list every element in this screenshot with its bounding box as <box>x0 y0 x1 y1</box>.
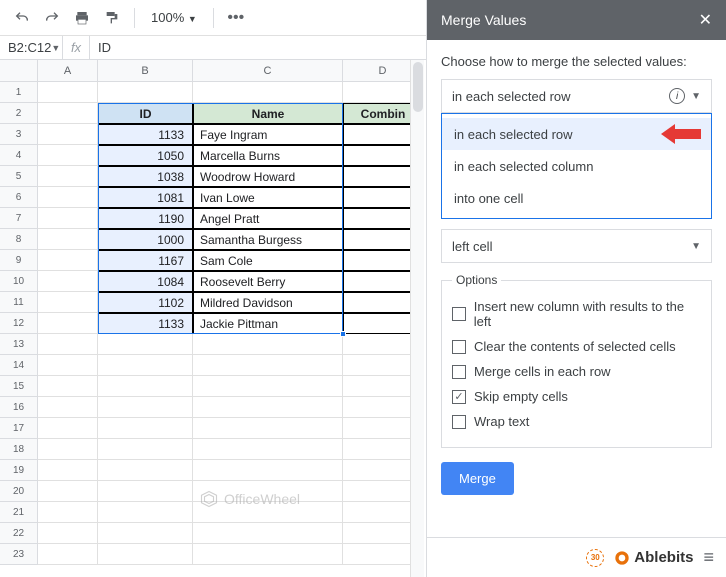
row-header[interactable]: 6 <box>0 187 38 208</box>
table-cell[interactable]: Woodrow Howard <box>193 166 343 187</box>
row-header[interactable]: 8 <box>0 229 38 250</box>
redo-icon[interactable] <box>40 6 64 30</box>
row-header[interactable]: 13 <box>0 334 38 355</box>
table-cell[interactable]: 1102 <box>98 292 193 313</box>
table-cell[interactable]: Mildred Davidson <box>193 292 343 313</box>
table-cell[interactable]: Sam Cole <box>193 250 343 271</box>
close-icon[interactable]: ✕ <box>699 10 712 30</box>
table-cell[interactable]: Jackie Pittman <box>193 313 343 334</box>
options-legend: Options <box>452 273 501 287</box>
dropdown-option-cell[interactable]: into one cell <box>442 182 711 214</box>
ablebits-logo[interactable]: Ablebits <box>614 549 693 566</box>
table-cell[interactable]: Marcella Burns <box>193 145 343 166</box>
row-header[interactable]: 14 <box>0 355 38 376</box>
row-header[interactable]: 18 <box>0 439 38 460</box>
trial-badge[interactable]: 30 <box>586 549 604 567</box>
row-header[interactable]: 9 <box>0 250 38 271</box>
merge-prompt-label: Choose how to merge the selected values: <box>441 54 712 69</box>
info-icon[interactable]: i <box>669 88 685 104</box>
column-headers: A B C D <box>0 60 424 82</box>
dropdown-option-column[interactable]: in each selected column <box>442 150 711 182</box>
row-header[interactable]: 10 <box>0 271 38 292</box>
paint-format-icon[interactable] <box>100 6 124 30</box>
pointer-arrow-icon <box>661 124 701 144</box>
checkbox-skip-empty[interactable]: ✓Skip empty cells <box>452 389 701 404</box>
col-header-B[interactable]: B <box>98 60 193 81</box>
chevron-down-icon: ▼ <box>691 241 701 252</box>
table-cell[interactable]: 1050 <box>98 145 193 166</box>
scroll-thumb[interactable] <box>413 62 423 112</box>
panel-footer: 30 Ablebits ≡ <box>427 537 726 577</box>
checkbox-icon <box>452 415 466 429</box>
merge-values-panel: Merge Values ✕ Choose how to merge the s… <box>426 0 726 577</box>
col-header-A[interactable]: A <box>38 60 98 81</box>
row-header[interactable]: 1 <box>0 82 38 103</box>
table-cell[interactable]: Faye Ingram <box>193 124 343 145</box>
table-cell[interactable]: 1133 <box>98 313 193 334</box>
table-cell[interactable]: 1133 <box>98 124 193 145</box>
row-header[interactable]: 3 <box>0 124 38 145</box>
col-header-C[interactable]: C <box>193 60 343 81</box>
row-header[interactable]: 15 <box>0 376 38 397</box>
panel-header: Merge Values ✕ <box>427 0 726 40</box>
undo-icon[interactable] <box>10 6 34 30</box>
checkbox-clear-contents[interactable]: Clear the contents of selected cells <box>452 339 701 354</box>
watermark: OfficeWheel <box>200 490 300 508</box>
row-header[interactable]: 22 <box>0 523 38 544</box>
table-cell[interactable]: Samantha Burgess <box>193 229 343 250</box>
select-all-corner[interactable] <box>0 60 38 81</box>
cell-reference-box[interactable]: B2:C12▼ <box>0 40 62 55</box>
separator <box>134 8 135 28</box>
table-cell[interactable]: 1190 <box>98 208 193 229</box>
placement-select[interactable]: left cell ▼ <box>441 229 712 263</box>
checkbox-icon <box>452 340 466 354</box>
row-header[interactable]: 19 <box>0 460 38 481</box>
row-header[interactable]: 2 <box>0 103 38 124</box>
merge-direction-select[interactable]: in each selected row i ▼ <box>441 79 712 113</box>
table-header-name[interactable]: Name <box>193 103 343 124</box>
row-header[interactable]: 12 <box>0 313 38 334</box>
row-header[interactable]: 21 <box>0 502 38 523</box>
more-icon[interactable]: ••• <box>224 6 248 30</box>
table-cell[interactable]: 1081 <box>98 187 193 208</box>
table-cell[interactable]: 1167 <box>98 250 193 271</box>
table-cell[interactable]: Ivan Lowe <box>193 187 343 208</box>
checkbox-wrap-text[interactable]: Wrap text <box>452 414 701 429</box>
panel-title: Merge Values <box>441 12 526 28</box>
row-header[interactable]: 23 <box>0 544 38 565</box>
merge-direction-dropdown: in each selected row in each selected co… <box>441 113 712 219</box>
table-header-id[interactable]: ID <box>98 103 193 124</box>
row-header[interactable]: 7 <box>0 208 38 229</box>
checkbox-icon <box>452 365 466 379</box>
table-cell[interactable]: 1000 <box>98 229 193 250</box>
fx-icon: fx <box>62 36 90 59</box>
options-fieldset: Options Insert new column with results t… <box>441 273 712 448</box>
row-header[interactable]: 20 <box>0 481 38 502</box>
table-cell[interactable]: 1084 <box>98 271 193 292</box>
chevron-down-icon: ▼ <box>691 91 701 102</box>
table-cell[interactable]: 1038 <box>98 166 193 187</box>
menu-icon[interactable]: ≡ <box>703 547 714 568</box>
row-header[interactable]: 16 <box>0 397 38 418</box>
zoom-dropdown[interactable]: 100% ▼ <box>145 10 203 25</box>
separator <box>213 8 214 28</box>
row-header[interactable]: 17 <box>0 418 38 439</box>
checkbox-insert-column[interactable]: Insert new column with results to the le… <box>452 299 701 329</box>
dropdown-option-row[interactable]: in each selected row <box>442 118 711 150</box>
row-header[interactable]: 4 <box>0 145 38 166</box>
row-header[interactable]: 11 <box>0 292 38 313</box>
table-cell[interactable]: Roosevelt Berry <box>193 271 343 292</box>
table-cell[interactable]: Angel Pratt <box>193 208 343 229</box>
checkbox-icon <box>452 307 466 321</box>
vertical-scrollbar[interactable] <box>410 60 424 577</box>
row-header[interactable]: 5 <box>0 166 38 187</box>
merge-button[interactable]: Merge <box>441 462 514 495</box>
checkbox-merge-cells[interactable]: Merge cells in each row <box>452 364 701 379</box>
checkbox-checked-icon: ✓ <box>452 390 466 404</box>
print-icon[interactable] <box>70 6 94 30</box>
